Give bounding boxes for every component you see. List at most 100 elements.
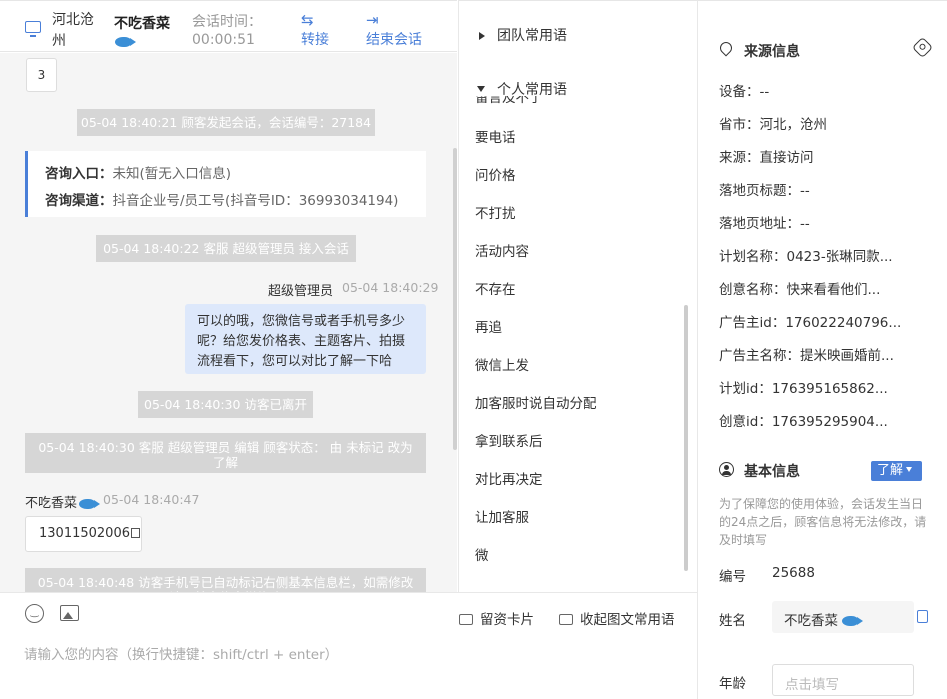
copy-icon[interactable] — [130, 528, 140, 538]
age-label: 年龄 — [719, 676, 746, 692]
phrase-item[interactable]: 要电话 — [475, 126, 516, 146]
transfer-button[interactable]: ⇆ 转接 — [301, 11, 329, 49]
message-bubble: 3 — [26, 58, 57, 92]
collapse-phrases-button[interactable]: 收起图文常用语 — [559, 608, 675, 628]
message-icon — [559, 614, 573, 625]
channel-value: 抖音企业号/员工号(抖音号ID：36993034194) — [112, 193, 399, 209]
fish-emoji-icon — [842, 616, 864, 626]
end-session-button[interactable]: ⇥ 结束会话 — [366, 11, 422, 49]
field-value: 快来看看他们... — [786, 282, 881, 298]
phrase-item[interactable]: 留言及不了 — [475, 96, 675, 104]
field-label: 创意id： — [719, 414, 772, 430]
phrase-item[interactable]: 加客服时说自动分配 — [475, 392, 597, 412]
visitor-location: 河北沧州 — [52, 12, 94, 49]
source-row: 创意名称：快来看看他们... — [719, 278, 880, 298]
copy-icon[interactable] — [917, 610, 928, 623]
quick-phrases-panel: 团队常用语 个人常用语 留言及不了 要电话 问价格 不打扰 活动内容 不存在 再… — [458, 0, 697, 592]
source-row: 计划id：176395165862... — [719, 377, 888, 397]
monitor-icon — [25, 21, 41, 37]
message-input[interactable]: 请输入您的内容（换行快捷键：shift/ctrl + enter） — [24, 643, 338, 663]
entry-info-card: 咨询入口：未知(暂无入口信息) 咨询渠道：抖音企业号/员工号(抖音号ID：369… — [25, 151, 426, 217]
fish-emoji-icon — [79, 498, 100, 509]
phrase-item[interactable]: 对比再决定 — [475, 468, 543, 488]
source-row: 广告主名称：提米映画婚前... — [719, 344, 894, 364]
chat-message-list[interactable]: 3 05-04 18:40:21 顾客发起会话，会话编号：27184 咨询入口：… — [0, 53, 457, 592]
image-icon[interactable] — [60, 605, 79, 621]
field-value: 0423-张琳同款... — [786, 249, 893, 265]
source-row: 广告主id：176022240796... — [719, 311, 901, 331]
phrase-item[interactable]: 拿到联系后 — [475, 430, 543, 450]
system-message: 05-04 18:40:22 客服 超级管理员 接入会话 — [96, 235, 356, 262]
phrase-item[interactable]: 微 — [475, 544, 489, 564]
visitor-name: 不吃香菜 — [114, 16, 170, 32]
source-row: 来源：直接访问 — [719, 146, 814, 166]
name-label: 姓名 — [719, 613, 746, 629]
channel-label: 咨询渠道： — [45, 193, 113, 209]
field-value: 176022240796... — [785, 315, 902, 331]
field-label: 计划id： — [719, 381, 772, 397]
customer-status-label: 了解 — [877, 463, 904, 478]
field-value: 直接访问 — [759, 150, 814, 166]
field-value: 176395165862... — [771, 381, 888, 397]
transfer-label: 转接 — [301, 32, 329, 48]
source-row: 创意id：176395295904... — [719, 410, 888, 430]
caret-right-icon — [479, 32, 485, 40]
field-value: 河北，沧州 — [759, 117, 828, 133]
id-label: 编号 — [719, 569, 746, 585]
edit-deadline-notice: 为了保障您的使用体验，会话发生当日的24点之后，顾客信息将无法修改，请及时填写 — [719, 497, 927, 547]
phrase-item[interactable]: 让加客服 — [475, 506, 529, 526]
end-session-label: 结束会话 — [366, 32, 422, 48]
id-value: 25688 — [772, 565, 815, 581]
leave-card-button[interactable]: 留资卡片 — [459, 608, 534, 628]
exit-icon: ⇥ — [366, 11, 379, 29]
phrase-item[interactable]: 活动内容 — [475, 240, 529, 260]
name-value: 不吃香菜 — [784, 613, 838, 629]
field-label: 落地页标题： — [719, 183, 800, 199]
agent-name: 超级管理员 — [268, 284, 334, 299]
phrase-item[interactable]: 微信上发 — [475, 354, 529, 374]
source-info-title: 来源信息 — [744, 44, 800, 60]
collapse-phrases-label: 收起图文常用语 — [580, 612, 675, 628]
team-phrases-title: 团队常用语 — [497, 28, 567, 44]
field-value: 提米映画婚前... — [800, 348, 894, 364]
settings-icon[interactable] — [911, 36, 934, 59]
chat-header: 河北沧州 不吃香菜 会话时间： 00:00:51 ⇆ 转接 ⇥ 结束会话 — [0, 0, 457, 52]
system-message: 05-04 18:40:30 访客已离开 — [138, 391, 313, 418]
system-message: 05-04 18:40:21 顾客发起会话，会话编号：27184 — [77, 109, 375, 136]
source-row: 落地页标题：-- — [719, 179, 810, 199]
fish-emoji-icon — [115, 36, 136, 47]
emoji-icon[interactable]: ‿ — [25, 604, 44, 623]
message-composer: ‿ 留资卡片 收起图文常用语 请输入您的内容（换行快捷键：shift/ctrl … — [0, 592, 697, 699]
session-time-value: 00:00:51 — [192, 32, 255, 48]
phrase-item[interactable]: 不打扰 — [475, 202, 516, 222]
field-value: -- — [759, 84, 770, 100]
agent-message-time: 05-04 18:40:29 — [342, 280, 439, 295]
entry-label: 咨询入口： — [45, 166, 113, 182]
field-label: 来源： — [719, 150, 760, 166]
chat-scrollbar[interactable] — [453, 148, 457, 450]
visitor-message-time: 05-04 18:40:47 — [103, 492, 200, 507]
field-value: -- — [800, 216, 810, 232]
visitor-message-bubble: 13011502006 — [25, 516, 142, 552]
team-phrases-toggle[interactable]: 团队常用语 — [479, 25, 567, 45]
field-label: 广告主名称： — [719, 348, 800, 364]
phrase-item-label: 留言及不了 — [475, 96, 543, 104]
visitor-message-text: 13011502006 — [39, 526, 130, 541]
system-message: 05-04 18:40:30 客服 超级管理员 编辑 顾客状态： 由 未标记 改… — [25, 433, 426, 473]
leave-card-label: 留资卡片 — [480, 612, 534, 628]
field-value: 176395295904... — [771, 414, 888, 430]
phrase-item[interactable]: 再追 — [475, 316, 502, 336]
card-icon — [459, 614, 473, 625]
field-label: 广告主id： — [719, 315, 786, 331]
customer-status-dropdown[interactable]: 了解 — [871, 461, 922, 481]
age-input[interactable]: 点击填写 — [772, 664, 914, 696]
phrase-item[interactable]: 问价格 — [475, 164, 516, 184]
phrase-item[interactable]: 不存在 — [475, 278, 516, 298]
name-field[interactable]: 不吃香菜 — [772, 601, 914, 633]
phrases-scrollbar[interactable] — [684, 305, 688, 571]
system-message: 05-04 18:40:48 访客手机号已自动标记右侧基本信息栏，如需修改请至基… — [25, 568, 426, 592]
source-row: 计划名称：0423-张琳同款... — [719, 245, 893, 265]
user-icon — [719, 462, 734, 477]
session-time-label: 会话时间： — [192, 14, 262, 30]
field-label: 落地页地址： — [719, 216, 800, 232]
